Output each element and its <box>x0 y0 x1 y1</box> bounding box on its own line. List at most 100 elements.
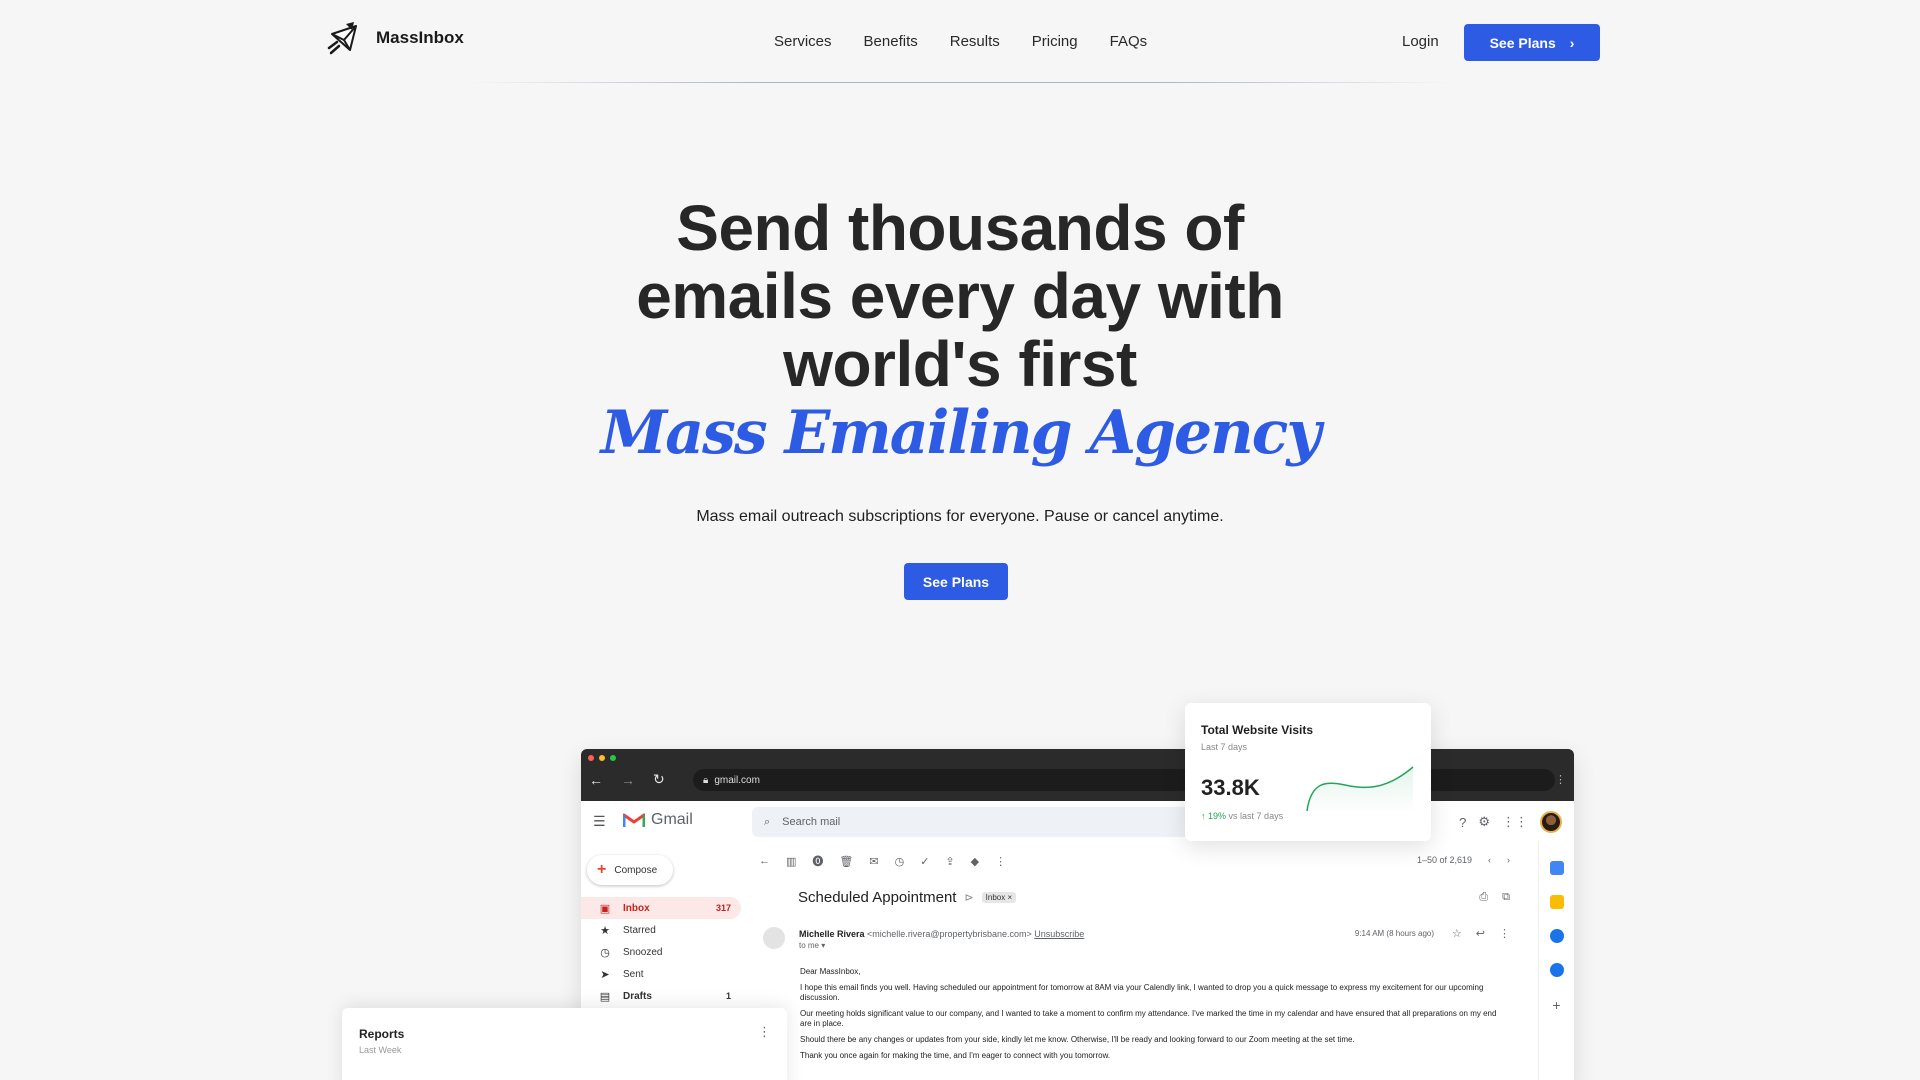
archive-icon[interactable]: ▥ <box>786 855 796 868</box>
visits-card-value: 33.8K <box>1201 775 1260 800</box>
visits-card-period: Last 7 days <box>1201 742 1248 752</box>
search-placeholder: Search mail <box>782 816 841 828</box>
sidebar-item-label: Snoozed <box>623 946 663 958</box>
delete-icon[interactable]: 🗑︎ <box>839 855 853 868</box>
add-addon-icon[interactable]: + <box>1552 997 1560 1013</box>
compose-button[interactable]: + Compose <box>587 855 673 885</box>
hero-title-line-1: Send thousands of <box>676 192 1244 264</box>
minimize-dot-icon[interactable] <box>599 755 605 761</box>
mail-header-actions: ⎙ ⧉ <box>1479 891 1510 904</box>
open-new-window-icon[interactable]: ⧉ <box>1502 891 1510 904</box>
mail-body-paragraph: Our meeting holds significant value to o… <box>800 1009 1497 1028</box>
sidebar-item-count: 317 <box>715 903 731 913</box>
reply-icon[interactable]: ↩ <box>1476 927 1485 940</box>
chevron-right-icon: › <box>1569 34 1575 51</box>
nav-link-benefits[interactable]: Benefits <box>864 33 918 50</box>
sidebar-item-inbox[interactable]: ▣ Inbox 317 <box>581 897 741 919</box>
visits-sparkline <box>1306 766 1414 813</box>
avatar[interactable] <box>1540 811 1562 833</box>
brand-name: MassInbox <box>376 28 464 47</box>
snooze-icon[interactable]: ◷ <box>895 855 905 868</box>
login-link[interactable]: Login <box>1402 33 1439 50</box>
maximize-dot-icon[interactable] <box>610 755 616 761</box>
report-spam-icon[interactable]: ⓿ <box>812 853 823 869</box>
browser-nav-controls: ← → ↻ <box>589 771 665 788</box>
sidebar-item-snoozed[interactable]: ◷ Snoozed <box>581 941 741 963</box>
hero-title: Send thousands of emails every day with … <box>560 194 1360 398</box>
clock-icon: ◷ <box>600 946 610 959</box>
see-plans-nav-button[interactable]: See Plans › <box>1464 24 1600 61</box>
prev-page-icon[interactable]: ‹ <box>1488 855 1491 865</box>
print-icon[interactable]: ⎙ <box>1479 891 1488 904</box>
gmail-header-actions: ? ⚙ ⋮⋮ <box>1459 811 1562 833</box>
label-icon[interactable]: ◆ <box>971 855 979 868</box>
mail-body-paragraph: I hope this email finds you well. Having… <box>800 983 1484 1002</box>
contacts-icon[interactable] <box>1549 963 1564 977</box>
more-options-icon[interactable]: ⋮ <box>995 855 1006 868</box>
next-page-icon[interactable]: › <box>1507 855 1510 865</box>
reload-icon[interactable]: ↻ <box>653 771 665 788</box>
move-to-icon[interactable]: ⇪ <box>945 855 954 868</box>
more-vertical-icon[interactable]: ⋮ <box>758 1024 771 1040</box>
tasks-icon[interactable] <box>1549 929 1564 943</box>
reports-card-period: Last Week <box>359 1045 402 1055</box>
brand-logo[interactable]: MassInbox <box>326 20 464 56</box>
side-panel: + <box>1538 841 1574 1080</box>
browser-menu-icon[interactable]: ⋮ <box>1555 773 1566 786</box>
plus-icon: + <box>597 861 607 878</box>
inbox-tag[interactable]: Inbox × <box>981 892 1017 903</box>
recipient-toggle[interactable]: to me ▾ <box>799 941 825 950</box>
gear-icon[interactable]: ⚙ <box>1478 814 1490 830</box>
hamburger-menu-icon[interactable]: ☰ <box>593 813 606 830</box>
back-icon[interactable]: ← <box>759 855 770 867</box>
gmail-sidebar: ▣ Inbox 317 ★ Starred ◷ Snoozed ➤ Sent ▤… <box>581 897 741 1007</box>
compose-label: Compose <box>614 864 658 876</box>
mail-body-paragraph: Thank you once again for making the time… <box>800 1051 1111 1060</box>
lock-icon: 🔒︎ <box>703 774 709 786</box>
mail-body-paragraph: Dear MassInbox, <box>800 967 861 976</box>
website-visits-card: Total Website Visits Last 7 days 33.8K ↑… <box>1185 703 1431 841</box>
sidebar-item-label: Starred <box>623 924 656 936</box>
apps-grid-icon[interactable]: ⋮⋮ <box>1502 814 1528 830</box>
rocket-envelope-icon <box>327 22 357 55</box>
unsubscribe-link[interactable]: Unsubscribe <box>1034 929 1084 939</box>
sidebar-item-count: 1 <box>725 991 731 1001</box>
help-icon[interactable]: ? <box>1459 815 1466 830</box>
important-marker-icon[interactable]: ⊳ <box>964 891 973 904</box>
mail-body: Dear MassInbox, I hope this email finds … <box>800 967 1500 1067</box>
back-arrow-icon[interactable]: ← <box>589 772 603 788</box>
sidebar-item-sent[interactable]: ➤ Sent <box>581 963 741 985</box>
gmail-wordmark: Gmail <box>651 811 693 828</box>
nav-link-services[interactable]: Services <box>774 33 832 50</box>
calendar-icon[interactable] <box>1549 861 1564 875</box>
star-outline-icon[interactable]: ☆ <box>1452 927 1462 940</box>
visits-card-delta: ↑ 19% vs last 7 days <box>1201 811 1283 821</box>
mark-unread-icon[interactable]: ✉ <box>869 855 878 868</box>
add-task-icon[interactable]: ✓ <box>920 855 929 868</box>
keep-icon[interactable] <box>1549 895 1564 909</box>
close-dot-icon[interactable] <box>588 755 594 761</box>
pagination-count: 1–50 of 2,619 <box>1416 855 1472 865</box>
draft-icon: ▤ <box>599 990 611 1003</box>
gmail-logo[interactable]: Gmail <box>623 811 693 829</box>
sidebar-item-drafts[interactable]: ▤ Drafts 1 <box>581 985 741 1007</box>
address-bar-url: gmail.com <box>714 774 760 786</box>
sender-avatar <box>763 927 785 949</box>
mail-message-actions: ☆ ↩ ⋮ <box>1452 927 1510 940</box>
reports-card-title: Reports <box>359 1027 405 1041</box>
see-plans-hero-button[interactable]: See Plans <box>904 563 1008 600</box>
nav-divider <box>470 82 1450 83</box>
more-vertical-icon[interactable]: ⋮ <box>1499 927 1510 940</box>
hero-accent-text: Mass Emailing Agency <box>600 398 1321 468</box>
nav-link-pricing[interactable]: Pricing <box>1032 33 1078 50</box>
sender-email: <michelle.rivera@propertybrisbane.com> <box>867 929 1032 939</box>
nav-link-results[interactable]: Results <box>950 33 1000 50</box>
sidebar-item-label: Sent <box>623 968 644 980</box>
sidebar-item-label: Inbox <box>623 902 650 914</box>
hero-title-line-3: world's first <box>783 328 1137 400</box>
sidebar-item-starred[interactable]: ★ Starred <box>581 919 741 941</box>
mail-subject-text: Scheduled Appointment <box>798 889 957 906</box>
forward-arrow-icon[interactable]: → <box>621 772 635 788</box>
nav-link-faqs[interactable]: FAQs <box>1110 33 1148 50</box>
mail-subject: Scheduled Appointment ⊳ Inbox × <box>798 889 1017 906</box>
